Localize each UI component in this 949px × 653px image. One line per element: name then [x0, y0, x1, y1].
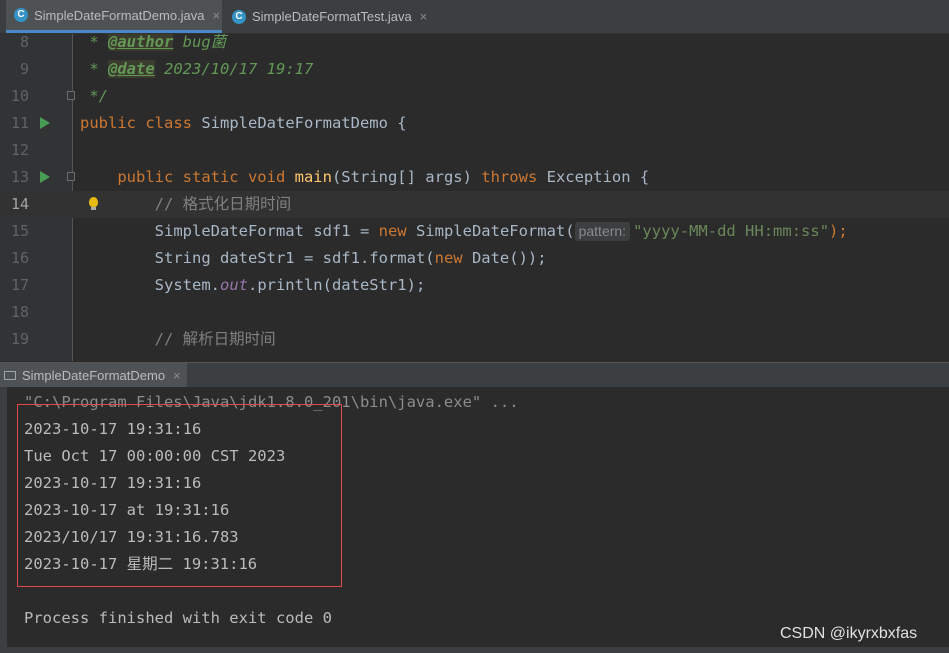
doc-comment: 2023/10/17 19:17 [154, 60, 314, 78]
close-icon[interactable]: × [213, 8, 221, 23]
line-number: 14 [10, 195, 29, 213]
fold-icon[interactable] [67, 91, 75, 100]
method-name: main [294, 168, 332, 186]
doc-comment: * [80, 34, 108, 51]
line-number: 15 [10, 222, 29, 240]
code-text: String dateStr1 = sdf1.format( [80, 249, 435, 267]
code-line: 11 public class SimpleDateFormatDemo { [0, 110, 949, 137]
code-text: SimpleDateFormat( [415, 222, 575, 240]
exception-type: Exception { [546, 168, 650, 186]
parameter-hint: pattern: [574, 222, 631, 241]
tab-label: SimpleDateFormatDemo.java [34, 7, 205, 23]
line-number: 8 [19, 34, 29, 51]
code-editor[interactable]: 8 * @author bug菌 9 * @date 2023/10/17 19… [0, 34, 949, 361]
console-gutter [0, 387, 7, 653]
line-number: 12 [10, 141, 29, 159]
java-class-icon: C [232, 9, 246, 24]
editor-tab-bar: C SimpleDateFormatDemo.java × C SimpleDa… [0, 0, 949, 34]
javadoc-tag: @date [108, 60, 155, 78]
code-line: 19 // 解析日期时间 [0, 326, 949, 353]
line-number: 13 [10, 168, 29, 186]
doc-comment: bug菌 [173, 34, 227, 51]
code-line: 17 System.out.println(dateStr1); [0, 272, 949, 299]
tab-simpledateformatdemo[interactable]: C SimpleDateFormatDemo.java × [6, 0, 222, 33]
code-line: 10 */ [0, 83, 949, 110]
line-number: 10 [10, 87, 29, 105]
code-line-current: 14 // 格式化日期时间 [0, 191, 949, 218]
static-field: out [219, 276, 248, 294]
run-tab-label: SimpleDateFormatDemo [22, 367, 166, 383]
line-number: 16 [10, 249, 29, 267]
code-text: .println(dateStr1); [247, 276, 426, 294]
class-declaration: SimpleDateFormatDemo { [201, 114, 407, 132]
keyword: throws [481, 168, 547, 186]
run-tool-window-header: SimpleDateFormatDemo × [0, 362, 949, 387]
code-line: 15 SimpleDateFormat sdf1 = new SimpleDat… [0, 218, 949, 245]
watermark: CSDN @ikyrxbxfas [780, 625, 918, 642]
doc-comment: */ [80, 87, 108, 105]
string-literal: "yyyy-MM-dd HH:mm:ss" [633, 222, 830, 240]
line-comment: // 解析日期时间 [80, 330, 276, 348]
code-line: 16 String dateStr1 = sdf1.format(new Dat… [0, 245, 949, 272]
close-icon[interactable]: × [420, 9, 428, 24]
line-comment: // 格式化日期时间 [80, 195, 292, 213]
code-text: Date()); [471, 249, 547, 267]
code-line: 9 * @date 2023/10/17 19:17 [0, 56, 949, 83]
console-exit-line: Process finished with exit code 0 [24, 609, 332, 627]
tab-label: SimpleDateFormatTest.java [252, 9, 412, 24]
close-icon[interactable]: × [173, 368, 181, 383]
run-tab[interactable]: SimpleDateFormatDemo × [0, 363, 187, 387]
method-args: (String[] args) [331, 168, 482, 186]
code-line: 13 public static void main(String[] args… [0, 164, 949, 191]
line-number: 18 [10, 303, 29, 321]
keyword: new [378, 222, 416, 240]
code-line: 12 [0, 137, 949, 164]
code-text: System. [80, 276, 220, 294]
console-icon [4, 370, 16, 380]
keyword: public static void [117, 168, 295, 186]
line-number: 17 [10, 276, 29, 294]
highlight-box [17, 404, 342, 587]
code-text: SimpleDateFormat sdf1 = [80, 222, 379, 240]
line-number: 9 [19, 60, 29, 78]
keyword: new [434, 249, 472, 267]
run-icon[interactable] [40, 171, 50, 183]
line-number: 19 [10, 330, 29, 348]
tab-simpledateformattest[interactable]: C SimpleDateFormatTest.java × [232, 0, 427, 33]
code-line: 18 [0, 299, 949, 326]
java-class-icon: C [14, 8, 28, 22]
doc-comment: * [80, 60, 108, 78]
code-text: ); [829, 222, 848, 240]
code-line: 8 * @author bug菌 [0, 34, 949, 56]
status-bar [0, 647, 949, 653]
keyword: public class [80, 114, 202, 132]
line-number: 11 [10, 114, 29, 132]
fold-icon[interactable] [67, 172, 75, 181]
javadoc-tag: @author [108, 34, 174, 51]
run-icon[interactable] [40, 117, 50, 129]
